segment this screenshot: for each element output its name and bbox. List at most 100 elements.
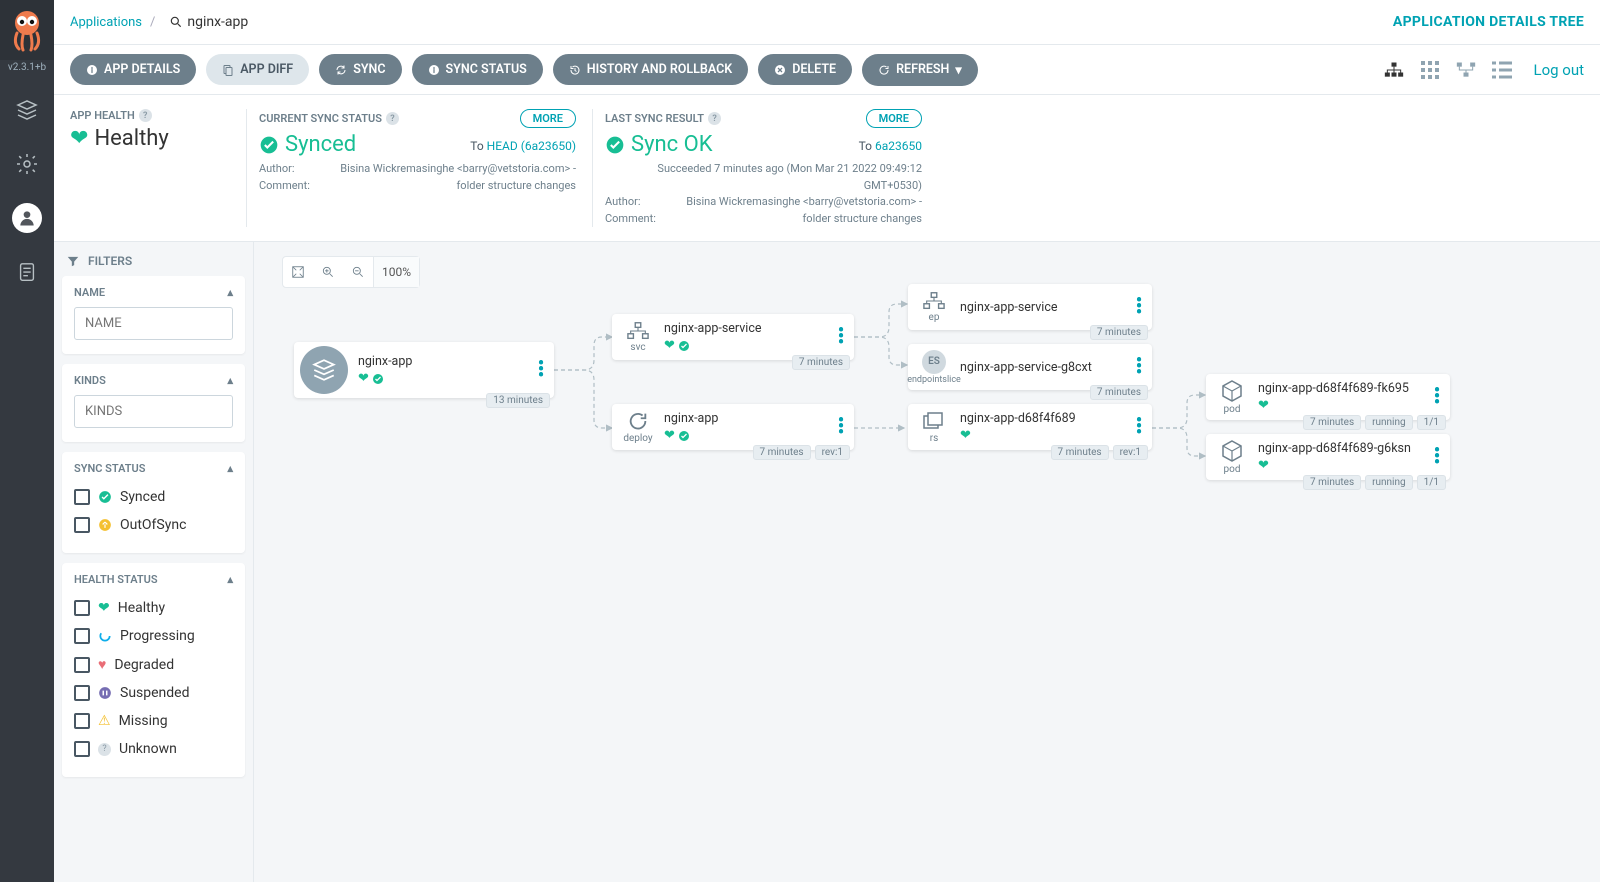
- zoom-value: 100%: [373, 257, 419, 287]
- filter-health-progressing[interactable]: Progressing: [74, 622, 233, 650]
- node-menu-button[interactable]: •••: [1134, 298, 1144, 316]
- filter-name-toggle[interactable]: NAME▴: [74, 286, 233, 299]
- info-icon: [428, 64, 440, 76]
- filter-kinds-toggle[interactable]: KINDS▴: [74, 374, 233, 387]
- broken-heart-icon: ♥: [98, 656, 106, 673]
- check-circle-icon: [605, 135, 625, 155]
- status-row: APP HEALTH? ❤Healthy CURRENT SYNC STATUS…: [54, 95, 1600, 242]
- breadcrumb-search[interactable]: nginx-app: [169, 14, 248, 30]
- filter-health-missing[interactable]: ⚠Missing: [74, 707, 233, 735]
- zoom-fit-button[interactable]: [283, 257, 313, 287]
- more-button[interactable]: MORE: [520, 109, 576, 128]
- delete-button[interactable]: DELETE: [758, 54, 852, 85]
- view-grid-button[interactable]: [1417, 59, 1443, 81]
- search-icon: [169, 15, 183, 29]
- filter-kinds-card: KINDS▴: [62, 364, 245, 442]
- breadcrumb-root[interactable]: Applications: [70, 15, 142, 30]
- zoom-in-button[interactable]: [313, 257, 343, 287]
- filter-health-suspended[interactable]: Suspended: [74, 679, 233, 707]
- node-menu-button[interactable]: •••: [836, 328, 846, 346]
- node-menu-button[interactable]: •••: [1134, 418, 1144, 436]
- rev-link[interactable]: 6a23650: [875, 139, 922, 153]
- check-circle-icon: [678, 340, 690, 352]
- sync-status-tile: CURRENT SYNC STATUS? MORE Synced To HEAD…: [246, 109, 576, 227]
- chevron-up-icon: ▴: [227, 374, 233, 387]
- app-diff-button[interactable]: APP DIFF: [206, 54, 309, 85]
- sync-status-button[interactable]: SYNC STATUS: [412, 54, 543, 85]
- info-icon: [86, 64, 98, 76]
- last-sync-tile: LAST SYNC RESULT? MORE Sync OK To 6a2365…: [592, 109, 922, 227]
- nav-settings-icon[interactable]: [0, 137, 54, 191]
- history-button[interactable]: HISTORY AND ROLLBACK: [553, 54, 748, 85]
- delete-icon: [774, 64, 786, 76]
- node-deploy[interactable]: deploy nginx-app❤ ••• 7 minutesrev:1: [612, 404, 854, 450]
- question-icon: ?: [98, 743, 111, 756]
- refresh-button[interactable]: REFRESH ▾: [862, 54, 978, 86]
- chevron-up-icon: ▴: [227, 286, 233, 299]
- check-circle-icon: [678, 430, 690, 442]
- filter-kinds-input[interactable]: [74, 395, 233, 428]
- sync-button[interactable]: SYNC: [319, 54, 401, 85]
- heart-icon: ❤: [358, 371, 369, 386]
- app-details-button[interactable]: APP DETAILS: [70, 54, 196, 85]
- argo-logo: [0, 0, 54, 60]
- node-ep[interactable]: ep nginx-app-service ••• 7 minutes: [908, 284, 1152, 330]
- check-circle-icon: [259, 135, 279, 155]
- filter-health-healthy[interactable]: ❤Healthy: [74, 594, 233, 622]
- action-bar: APP DETAILS APP DIFF SYNC SYNC STATUS HI…: [54, 45, 1600, 95]
- refresh-icon: [878, 64, 890, 76]
- info-icon[interactable]: ?: [386, 112, 399, 125]
- deploy-icon: [627, 410, 649, 432]
- logout-link[interactable]: Log out: [1533, 61, 1584, 79]
- ghost-icon: ⚠: [98, 713, 111, 729]
- filter-health-toggle[interactable]: HEALTH STATUS▴: [74, 573, 233, 586]
- info-icon[interactable]: ?: [139, 109, 152, 122]
- app-icon: [311, 357, 337, 383]
- topbar: Applications / nginx-app APPLICATION DET…: [54, 0, 1600, 45]
- view-tree-button[interactable]: [1381, 59, 1407, 81]
- heart-icon: ❤: [664, 428, 675, 443]
- more-button[interactable]: MORE: [866, 109, 922, 128]
- filter-sync-toggle[interactable]: SYNC STATUS▴: [74, 462, 233, 475]
- node-menu-button[interactable]: •••: [1432, 388, 1442, 406]
- node-root[interactable]: nginx-app ❤ ••• 13 minutes: [294, 342, 554, 398]
- node-rs[interactable]: rs nginx-app-d68f4f689❤ ••• 7 minutesrev…: [908, 404, 1152, 450]
- pod-icon: [1220, 379, 1244, 403]
- zoom-out-button[interactable]: [343, 257, 373, 287]
- filter-health-degraded[interactable]: ♥Degraded: [74, 650, 233, 679]
- heart-icon: ❤: [1258, 458, 1269, 473]
- filter-name-card: NAME▴: [62, 276, 245, 354]
- node-menu-button[interactable]: •••: [1432, 448, 1442, 466]
- view-network-button[interactable]: [1453, 59, 1479, 81]
- heart-icon: ❤: [98, 600, 110, 616]
- heart-icon: ❤: [664, 338, 675, 353]
- filter-sync-outofsync[interactable]: OutOfSync: [74, 511, 233, 539]
- service-icon: [627, 321, 649, 341]
- view-list-button[interactable]: [1489, 59, 1515, 81]
- node-menu-button[interactable]: •••: [1134, 358, 1144, 376]
- history-icon: [569, 64, 581, 76]
- chevron-up-icon: ▴: [227, 462, 233, 475]
- diff-icon: [222, 64, 234, 76]
- filters-panel: FILTERS NAME▴ KINDS▴ SYNC STATUS▴ Synced…: [54, 242, 254, 882]
- nav-docs-icon[interactable]: [0, 245, 54, 299]
- pause-icon: [98, 686, 112, 700]
- breadcrumb-sep: /: [150, 15, 155, 30]
- node-pod-2[interactable]: pod nginx-app-d68f4f689-g6ksn❤ ••• 7 min…: [1206, 434, 1450, 480]
- filter-sync-synced[interactable]: Synced: [74, 483, 233, 511]
- node-pod-1[interactable]: pod nginx-app-d68f4f689-fk695❤ ••• 7 min…: [1206, 374, 1450, 420]
- node-menu-button[interactable]: •••: [536, 361, 546, 379]
- filter-health-unknown[interactable]: ?Unknown: [74, 735, 233, 763]
- filter-name-input[interactable]: [74, 307, 233, 340]
- rev-link[interactable]: HEAD (6a23650): [487, 139, 576, 153]
- nav-apps-icon[interactable]: [0, 83, 54, 137]
- node-endpointslice[interactable]: ESendpointslice nginx-app-service-g8cxt …: [908, 344, 1152, 390]
- info-icon[interactable]: ?: [708, 112, 721, 125]
- sync-icon: [335, 64, 347, 76]
- caret-down-icon: ▾: [955, 62, 961, 78]
- resource-tree[interactable]: 100% nginx-app ❤ ••• 13 minutes: [254, 242, 1600, 882]
- node-svc[interactable]: svc nginx-app-service❤ ••• 7 minutes: [612, 314, 854, 360]
- argo-octopus-icon: [9, 8, 45, 52]
- node-menu-button[interactable]: •••: [836, 418, 846, 436]
- nav-user-icon[interactable]: [0, 191, 54, 245]
